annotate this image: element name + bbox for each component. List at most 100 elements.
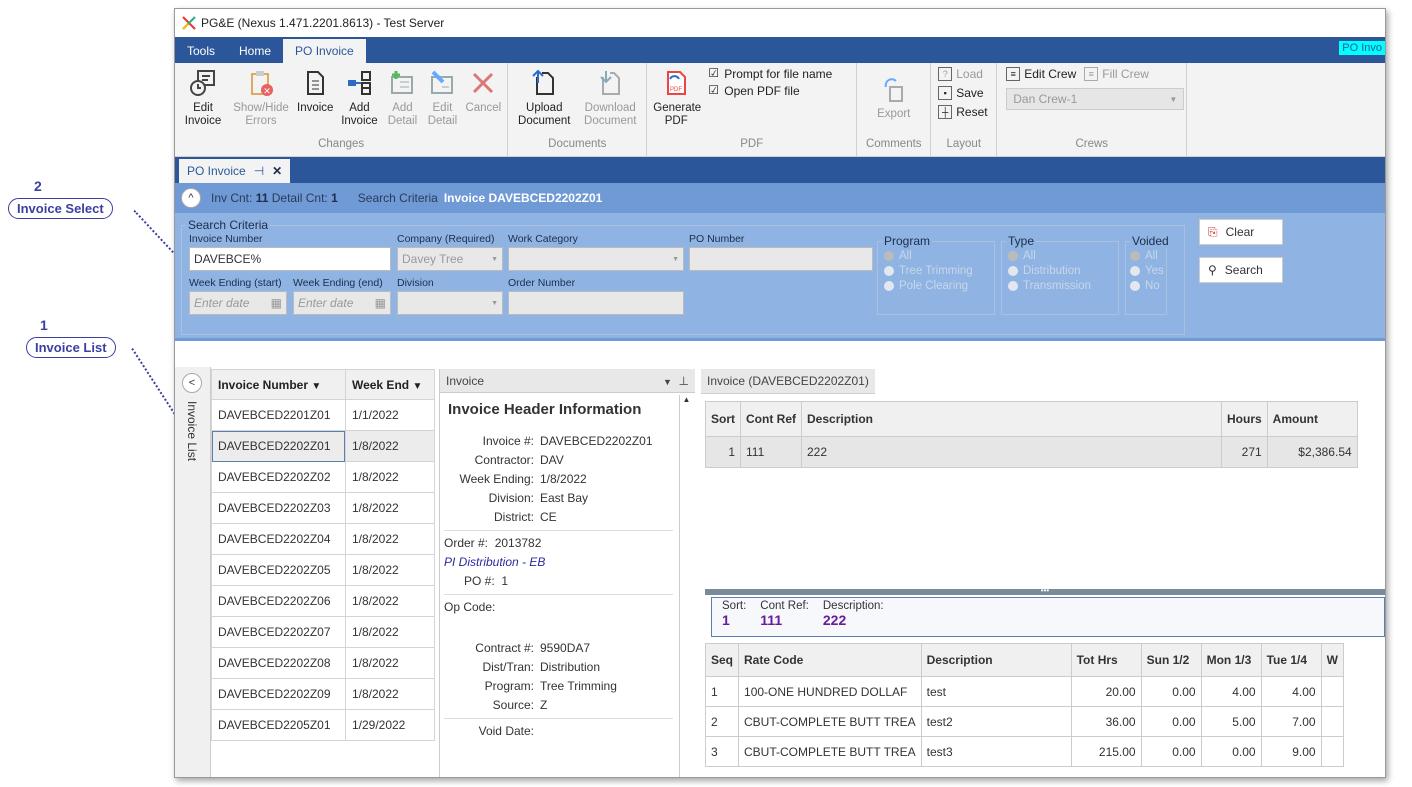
line-item-cell[interactable]: 3 bbox=[704, 736, 740, 767]
invoice-number-cell[interactable]: DAVEBCED2202Z03 bbox=[211, 492, 346, 524]
download-document-button[interactable]: Download Document bbox=[577, 67, 643, 128]
line-item-cell[interactable]: 100-ONE HUNDRED DOLLAF bbox=[738, 676, 922, 707]
add-invoice-button[interactable]: Add Invoice bbox=[336, 67, 382, 128]
line-item-cell[interactable]: 0.00 bbox=[1140, 676, 1202, 707]
detail-cell[interactable]: $2,386.54 bbox=[1266, 436, 1358, 468]
scroll-up-icon[interactable]: ▲ bbox=[683, 395, 691, 404]
detail-cell[interactable]: 111 bbox=[740, 436, 802, 468]
line-item-cell[interactable]: test2 bbox=[920, 706, 1072, 737]
column-header[interactable]: Description bbox=[801, 401, 1222, 437]
load-layout-button[interactable]: ? Load bbox=[938, 67, 983, 81]
week-start-date-input[interactable]: Enter date ▦ bbox=[189, 291, 287, 315]
invoice-list-row[interactable]: DAVEBCED2202Z08 1/8/2022 bbox=[211, 647, 436, 679]
line-item-cell[interactable]: 0.00 bbox=[1140, 706, 1202, 737]
invoice-list-row[interactable]: DAVEBCED2202Z04 1/8/2022 bbox=[211, 523, 436, 555]
po-number-input[interactable] bbox=[689, 247, 873, 271]
invoice-number-cell[interactable]: DAVEBCED2202Z05 bbox=[211, 554, 346, 586]
invoice-list-row[interactable]: DAVEBCED2202Z05 1/8/2022 bbox=[211, 554, 436, 586]
line-item-row[interactable]: 3 CBUT-COMPLETE BUTT TREA test3 215.00 0.00 0… bbox=[704, 736, 1344, 767]
collapse-search-button[interactable]: ^ bbox=[181, 188, 201, 208]
filter-icon[interactable]: ▼ bbox=[311, 381, 321, 392]
detail-cell[interactable]: 222 bbox=[801, 436, 1222, 468]
pin-icon[interactable]: ⊣ bbox=[254, 159, 264, 183]
invoice-list-row[interactable]: DAVEBCED2202Z03 1/8/2022 bbox=[211, 492, 436, 524]
line-item-cell[interactable]: test bbox=[920, 676, 1072, 707]
line-item-cell[interactable]: 215.00 bbox=[1070, 736, 1142, 767]
invoice-number-cell[interactable]: DAVEBCED2202Z09 bbox=[211, 678, 346, 710]
invoice-list-row[interactable]: DAVEBCED2202Z01 1/8/2022 bbox=[211, 430, 436, 462]
invoice-number-cell[interactable]: DAVEBCED2202Z04 bbox=[211, 523, 346, 555]
column-header[interactable]: Seq bbox=[704, 643, 740, 677]
column-header[interactable]: Sort bbox=[705, 401, 741, 437]
crew-select[interactable]: Dan Crew-1 ▼ bbox=[1006, 88, 1185, 110]
line-item-cell[interactable] bbox=[1320, 736, 1344, 767]
line-item-cell[interactable]: 7.00 bbox=[1260, 706, 1322, 737]
fill-crew-button[interactable]: ≡ Fill Crew bbox=[1084, 67, 1149, 81]
week-end-cell[interactable]: 1/8/2022 bbox=[344, 523, 436, 555]
add-detail-button[interactable]: Add Detail bbox=[382, 67, 422, 128]
program-pole-clearing-radio[interactable]: Pole Clearing bbox=[884, 280, 994, 292]
type-distribution-radio[interactable]: Distribution bbox=[1008, 265, 1118, 277]
program-all-radio[interactable]: All bbox=[884, 250, 994, 262]
generate-pdf-button[interactable]: PDF Generate PDF bbox=[650, 67, 702, 128]
detail-row[interactable]: 1 111 222 271 $2,386.54 bbox=[705, 436, 1358, 468]
detail-cell[interactable]: 271 bbox=[1221, 436, 1268, 468]
invoice-list-row[interactable]: DAVEBCED2201Z01 1/1/2022 bbox=[211, 399, 436, 431]
detail-cell[interactable]: 1 bbox=[705, 436, 741, 468]
invoice-list-row[interactable]: DAVEBCED2202Z02 1/8/2022 bbox=[211, 461, 436, 493]
line-item-cell[interactable]: 20.00 bbox=[1070, 676, 1142, 707]
voided-all-radio[interactable]: All bbox=[1130, 250, 1166, 262]
export-button[interactable]: Export bbox=[874, 67, 913, 121]
line-item-cell[interactable] bbox=[1320, 706, 1344, 737]
cancel-button[interactable]: Cancel bbox=[462, 67, 504, 115]
column-header[interactable]: Hours bbox=[1221, 401, 1268, 437]
filter-icon[interactable]: ▼ bbox=[412, 381, 422, 392]
reset-layout-button[interactable]: ┼ Reset bbox=[938, 105, 988, 119]
column-header[interactable]: Tue 1/4 bbox=[1260, 643, 1322, 677]
invoice-number-cell[interactable]: DAVEBCED2202Z06 bbox=[211, 585, 346, 617]
week-end-cell[interactable]: 1/8/2022 bbox=[344, 585, 436, 617]
line-item-cell[interactable]: 0.00 bbox=[1200, 736, 1262, 767]
order-number-input[interactable] bbox=[508, 291, 684, 315]
edit-invoice-button[interactable]: Edit Invoice bbox=[178, 67, 228, 128]
pin-icon[interactable]: ⊥ bbox=[679, 374, 689, 388]
invoice-list-row[interactable]: DAVEBCED2202Z07 1/8/2022 bbox=[211, 616, 436, 648]
voided-yes-radio[interactable]: Yes bbox=[1130, 265, 1166, 277]
clear-button[interactable]: ⎘ Clear bbox=[1199, 219, 1283, 245]
save-layout-button[interactable]: ▪ Save bbox=[938, 86, 984, 100]
dropdown-icon[interactable]: ▼ bbox=[663, 377, 672, 387]
column-header[interactable]: Cont Ref bbox=[740, 401, 802, 437]
invoice-number-cell[interactable]: DAVEBCED2202Z02 bbox=[211, 461, 346, 493]
column-header[interactable]: Sun 1/2 bbox=[1140, 643, 1202, 677]
edit-crew-button[interactable]: ≡ Edit Crew bbox=[1006, 67, 1076, 81]
week-end-cell[interactable]: 1/1/2022 bbox=[344, 399, 436, 431]
edit-detail-button[interactable]: Edit Detail bbox=[422, 67, 462, 128]
type-all-radio[interactable]: All bbox=[1008, 250, 1118, 262]
week-end-cell[interactable]: 1/8/2022 bbox=[344, 616, 436, 648]
week-end-cell[interactable]: 1/8/2022 bbox=[344, 554, 436, 586]
column-header[interactable]: Mon 1/3 bbox=[1200, 643, 1262, 677]
splitter-handle[interactable]: ••• bbox=[705, 587, 1385, 595]
invoice-button[interactable]: Invoice bbox=[294, 67, 336, 115]
program-tree-trimming-radio[interactable]: Tree Trimming bbox=[884, 265, 994, 277]
invoice-number-cell[interactable]: DAVEBCED2205Z01 bbox=[211, 709, 346, 741]
column-header-invoice-number[interactable]: Invoice Number ▼ bbox=[211, 369, 346, 400]
invoice-number-cell[interactable]: DAVEBCED2201Z01 bbox=[211, 399, 346, 431]
invoice-list-row[interactable]: DAVEBCED2205Z01 1/29/2022 bbox=[211, 709, 436, 741]
collapse-list-button[interactable]: < bbox=[182, 373, 202, 393]
close-icon[interactable]: ✕ bbox=[272, 159, 282, 183]
panel-scrollbar[interactable]: ▲ bbox=[679, 395, 693, 777]
column-header[interactable]: W bbox=[1320, 643, 1344, 677]
show-hide-errors-button[interactable]: ✕ Show/Hide Errors bbox=[228, 67, 294, 128]
tab-home[interactable]: Home bbox=[227, 39, 283, 63]
tab-tools[interactable]: Tools bbox=[175, 39, 227, 63]
week-end-date-input[interactable]: Enter date ▦ bbox=[293, 291, 391, 315]
detail-tab[interactable]: Invoice (DAVEBCED2202Z01) bbox=[701, 369, 875, 394]
line-item-row[interactable]: 2 CBUT-COMPLETE BUTT TREA test2 36.00 0.00 5.… bbox=[704, 706, 1344, 737]
document-tab-po-invoice[interactable]: PO Invoice ⊣ ✕ bbox=[179, 159, 291, 183]
upload-document-button[interactable]: Upload Document bbox=[511, 67, 577, 128]
type-transmission-radio[interactable]: Transmission bbox=[1008, 280, 1118, 292]
line-item-cell[interactable]: 5.00 bbox=[1200, 706, 1262, 737]
division-select[interactable]: ▼ bbox=[397, 291, 503, 315]
line-item-cell[interactable]: 4.00 bbox=[1260, 676, 1322, 707]
